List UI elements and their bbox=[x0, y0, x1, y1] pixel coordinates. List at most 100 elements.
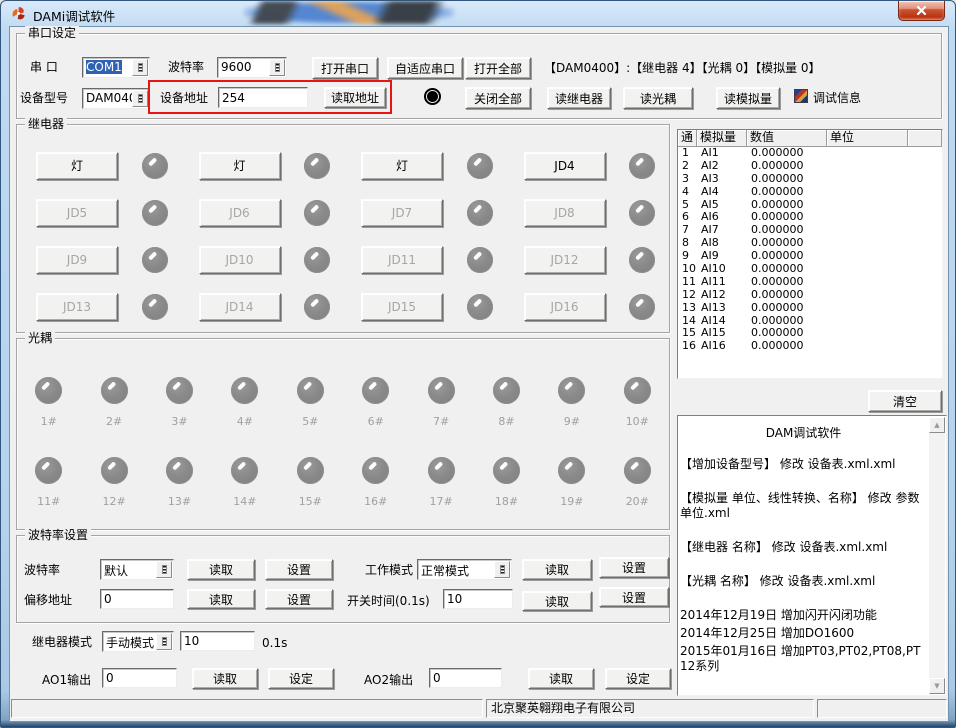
relay-mode-combo[interactable]: 手动模式 bbox=[102, 631, 174, 652]
relay-button[interactable]: JD13 bbox=[36, 293, 118, 321]
log-panel[interactable]: DAM调试软件 【增加设备型号】 修改 设备表.xml.xml【模拟量 单位、线… bbox=[677, 415, 947, 696]
relay-mode-dropdown-icon[interactable] bbox=[156, 633, 172, 650]
relay-button[interactable]: 灯 bbox=[361, 152, 443, 180]
analog-row[interactable]: 13 AI13 0.000000 bbox=[678, 302, 942, 315]
relay-mode-time-input[interactable] bbox=[180, 631, 255, 651]
relay-indicator-led bbox=[629, 294, 655, 320]
offset-set-button[interactable]: 设置 bbox=[265, 589, 333, 609]
relay-button[interactable]: JD4 bbox=[524, 152, 606, 180]
device-model-dropdown-icon[interactable] bbox=[132, 90, 148, 107]
relay-button[interactable]: 灯 bbox=[199, 152, 281, 180]
analog-row[interactable]: 12 AI12 0.000000 bbox=[678, 289, 942, 302]
read-relay-button[interactable]: 读继电器 bbox=[547, 87, 611, 109]
relay-mode-time-unit: 0.1s bbox=[262, 636, 287, 650]
baud-dropdown-icon[interactable] bbox=[269, 59, 285, 76]
analog-row[interactable]: 14 AI14 0.000000 bbox=[678, 315, 942, 328]
analog-row[interactable]: 5 AI5 0.000000 bbox=[678, 199, 942, 212]
relay-button[interactable]: JD11 bbox=[361, 246, 443, 274]
analog-row[interactable]: 16 AI16 0.000000 bbox=[678, 340, 942, 353]
switch-time-input[interactable] bbox=[443, 589, 513, 609]
offset-read-button[interactable]: 读取 bbox=[187, 589, 255, 609]
ao1-set-button[interactable]: 设定 bbox=[268, 668, 334, 689]
baud-group-legend: 波特率设置 bbox=[25, 528, 91, 542]
relay-button[interactable]: 灯 bbox=[36, 152, 118, 180]
analog-row[interactable]: 10 AI10 0.000000 bbox=[678, 263, 942, 276]
analog-row[interactable]: 11 AI11 0.000000 bbox=[678, 276, 942, 289]
col-header-channel[interactable]: 通 bbox=[678, 130, 697, 147]
auto-serial-button[interactable]: 自适应串口 bbox=[387, 57, 463, 79]
device-address-input[interactable] bbox=[218, 87, 308, 108]
work-mode-set-button[interactable]: 设置 bbox=[599, 557, 669, 578]
col-header-analog[interactable]: 模拟量 bbox=[697, 130, 747, 147]
work-mode-read-button[interactable]: 读取 bbox=[522, 559, 592, 580]
baud-set-button[interactable]: 设置 bbox=[265, 559, 333, 580]
read-address-button[interactable]: 读取地址 bbox=[324, 87, 386, 108]
col-header-value[interactable]: 数值 bbox=[747, 130, 827, 147]
clear-log-button[interactable]: 清空 bbox=[868, 390, 942, 412]
baud-set-combo[interactable]: 默认 bbox=[100, 559, 174, 580]
relay-button[interactable]: JD15 bbox=[361, 293, 443, 321]
analog-row[interactable]: 1 AI1 0.000000 bbox=[678, 147, 942, 160]
analog-table[interactable]: 通 模拟量 数值 单位 1 AI1 0.000000 bbox=[677, 129, 943, 379]
analog-value: 0.000000 bbox=[747, 315, 827, 328]
close-icon bbox=[915, 1, 928, 20]
analog-row[interactable]: 9 AI9 0.000000 bbox=[678, 250, 942, 263]
ao1-input[interactable] bbox=[102, 668, 177, 688]
relay-indicator-led bbox=[629, 153, 655, 179]
ao2-input[interactable] bbox=[429, 668, 502, 688]
analog-row[interactable]: 7 AI7 0.000000 bbox=[678, 224, 942, 237]
baud-combo[interactable]: 9600 bbox=[217, 57, 287, 78]
ao2-set-button[interactable]: 设定 bbox=[605, 668, 671, 689]
open-all-button[interactable]: 打开全部 bbox=[465, 57, 531, 79]
analog-channel: 14 bbox=[678, 315, 697, 328]
relay-button[interactable]: JD5 bbox=[36, 199, 118, 227]
close-all-button[interactable]: 关闭全部 bbox=[465, 87, 531, 109]
debug-info-label[interactable]: 调试信息 bbox=[813, 91, 861, 105]
serial-port-dropdown-icon[interactable] bbox=[132, 59, 148, 76]
relay-button[interactable]: JD8 bbox=[524, 199, 606, 227]
serial-port-combo[interactable]: COM1 bbox=[82, 57, 150, 78]
analog-row[interactable]: 4 AI4 0.000000 bbox=[678, 186, 942, 199]
opto-label: 20# bbox=[626, 495, 649, 508]
close-button[interactable] bbox=[898, 1, 945, 21]
offset-address-input[interactable] bbox=[100, 589, 174, 609]
switch-time-set-button[interactable]: 设置 bbox=[599, 587, 669, 607]
analog-row[interactable]: 3 AI3 0.000000 bbox=[678, 173, 942, 186]
relay-button[interactable]: JD12 bbox=[524, 246, 606, 274]
switch-time-read-button[interactable]: 读取 bbox=[522, 591, 592, 611]
analog-row[interactable]: 6 AI6 0.000000 bbox=[678, 211, 942, 224]
title-bar[interactable]: DAMi调试软件 bbox=[1, 1, 955, 26]
read-opto-button[interactable]: 读光耦 bbox=[623, 87, 693, 109]
scroll-down-icon[interactable]: ▼ bbox=[929, 678, 945, 694]
relay-button[interactable]: JD7 bbox=[361, 199, 443, 227]
relay-button[interactable]: JD6 bbox=[199, 199, 281, 227]
desktop-glass-artifact bbox=[244, 1, 454, 24]
log-scrollbar[interactable]: ▲ ▼ bbox=[929, 417, 945, 694]
analog-unit bbox=[827, 224, 908, 237]
relay-button[interactable]: JD9 bbox=[36, 246, 118, 274]
work-mode-combo[interactable]: 正常模式 bbox=[417, 559, 512, 580]
analog-name: AI11 bbox=[697, 276, 747, 289]
baud-set-dropdown-icon[interactable] bbox=[156, 561, 172, 578]
ao2-read-button[interactable]: 读取 bbox=[528, 668, 594, 689]
relay-button[interactable]: JD14 bbox=[199, 293, 281, 321]
analog-row[interactable]: 15 AI15 0.000000 bbox=[678, 327, 942, 340]
analog-row[interactable]: 8 AI8 0.000000 bbox=[678, 237, 942, 250]
log-line bbox=[680, 592, 927, 605]
device-model-combo[interactable]: DAM0400 bbox=[82, 88, 150, 109]
analog-row[interactable]: 2 AI2 0.000000 bbox=[678, 160, 942, 173]
device-summary: 【DAM0400】:【继电器 4】【光耦 0】【模拟量 0】 bbox=[544, 61, 821, 75]
work-mode-label: 工作模式 bbox=[365, 563, 413, 577]
relay-cell: 灯 bbox=[18, 142, 181, 189]
work-mode-dropdown-icon[interactable] bbox=[494, 561, 510, 578]
open-serial-button[interactable]: 打开串口 bbox=[312, 57, 378, 79]
ao1-read-button[interactable]: 读取 bbox=[192, 668, 258, 689]
opto-cell: 19# bbox=[539, 444, 604, 524]
relay-button[interactable]: JD16 bbox=[524, 293, 606, 321]
col-header-unit[interactable]: 单位 bbox=[827, 130, 908, 147]
relay-button[interactable]: JD10 bbox=[199, 246, 281, 274]
read-analog-button[interactable]: 读模拟量 bbox=[716, 87, 780, 109]
baud-read-button[interactable]: 读取 bbox=[187, 559, 255, 580]
analog-value: 0.000000 bbox=[747, 224, 827, 237]
scroll-up-icon[interactable]: ▲ bbox=[929, 417, 945, 433]
